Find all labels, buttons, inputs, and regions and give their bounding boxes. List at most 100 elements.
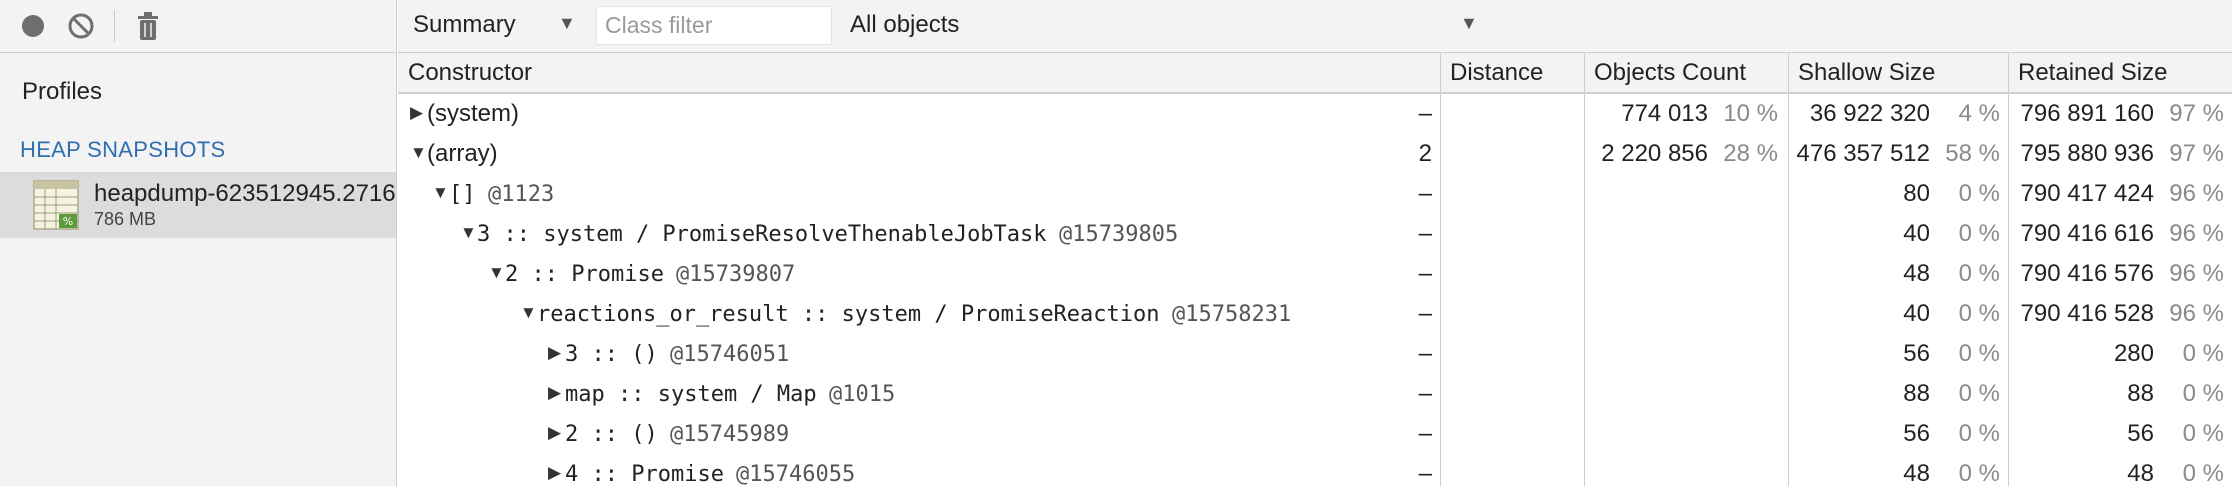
expand-triangle-right-icon[interactable]: ▶ bbox=[410, 103, 423, 123]
row-shallow-percent: 0 % bbox=[1958, 420, 2000, 447]
row-distance: – bbox=[1418, 100, 1432, 127]
expand-triangle-down-icon[interactable]: ▼ bbox=[488, 263, 505, 283]
column-retained-size[interactable]: Retained Size bbox=[2018, 59, 2167, 87]
row-shallow-size: 56 bbox=[1903, 420, 1930, 447]
column-divider bbox=[1440, 53, 1441, 486]
objects-filter-value: All objects bbox=[850, 11, 960, 38]
row-distance: – bbox=[1418, 180, 1432, 207]
table-row[interactable]: ▶ 2 :: () @15745989 – 56 0 % 56 0 % bbox=[398, 414, 2232, 454]
table-row[interactable]: ▼[] @1123 – 80 0 % 790 417 424 96 % bbox=[398, 174, 2232, 214]
expand-triangle-right-icon[interactable]: ▶ bbox=[548, 383, 561, 403]
profiles-label: Profiles bbox=[22, 78, 103, 105]
row-retained-size: 48 bbox=[2127, 460, 2154, 487]
row-constructor: (array) bbox=[427, 140, 498, 167]
row-distance: – bbox=[1418, 460, 1432, 487]
table-row[interactable]: ▼ (array) 2 2 220 856 28 % 476 357 512 58 % 795… bbox=[398, 134, 2232, 174]
column-constructor[interactable]: Constructor bbox=[408, 59, 532, 87]
column-shallow-size[interactable]: Shallow Size bbox=[1798, 59, 1935, 87]
row-objects-percent: 28 % bbox=[1723, 140, 1778, 167]
delete-button[interactable] bbox=[133, 11, 163, 41]
row-retained-percent: 0 % bbox=[2182, 460, 2224, 487]
row-shallow-size: 36 922 320 bbox=[1809, 100, 1930, 127]
trash-icon bbox=[138, 12, 158, 40]
row-shallow-size: 80 bbox=[1903, 180, 1930, 207]
row-object-id: @15758231 bbox=[1172, 302, 1292, 327]
row-retained-percent: 0 % bbox=[2182, 380, 2224, 407]
row-shallow-percent: 0 % bbox=[1958, 260, 2000, 287]
row-shallow-percent: 0 % bbox=[1958, 220, 2000, 247]
row-object-id: @15746051 bbox=[670, 342, 790, 367]
row-distance: – bbox=[1418, 380, 1432, 407]
clear-button[interactable] bbox=[66, 11, 96, 41]
expand-triangle-down-icon[interactable]: ▼ bbox=[410, 143, 427, 163]
row-retained-percent: 97 % bbox=[2169, 140, 2224, 167]
row-retained-size: 88 bbox=[2127, 380, 2154, 407]
row-retained-percent: 96 % bbox=[2169, 260, 2224, 287]
chevron-down-icon: ▼ bbox=[1460, 13, 1478, 33]
heap-snapshots-header: HEAP SNAPSHOTS bbox=[20, 137, 226, 162]
table-row[interactable]: ▶ map :: system / Map @1015 – 88 0 % 88 0 % bbox=[398, 374, 2232, 414]
expand-triangle-down-icon[interactable]: ▼ bbox=[520, 303, 537, 323]
column-divider bbox=[1584, 53, 1585, 486]
heap-snapshot-icon: % bbox=[33, 180, 79, 230]
row-object-id: @15739807 bbox=[676, 262, 796, 287]
row-constructor: 2 :: () bbox=[565, 422, 658, 447]
chevron-down-icon: ▼ bbox=[558, 13, 576, 33]
expand-triangle-right-icon[interactable]: ▶ bbox=[548, 343, 561, 363]
row-retained-size: 796 891 160 bbox=[2020, 100, 2154, 127]
row-shallow-size: 56 bbox=[1903, 340, 1930, 367]
row-retained-size: 795 880 936 bbox=[2020, 140, 2154, 167]
expand-triangle-right-icon[interactable]: ▶ bbox=[548, 423, 561, 443]
row-shallow-percent: 0 % bbox=[1958, 380, 2000, 407]
row-shallow-size: 48 bbox=[1903, 460, 1930, 487]
snapshot-size: 786 MB bbox=[94, 209, 157, 229]
column-objects-count[interactable]: Objects Count bbox=[1594, 59, 1746, 87]
row-constructor: reactions_or_result :: system / PromiseR… bbox=[537, 302, 1160, 327]
row-shallow-percent: 0 % bbox=[1958, 300, 2000, 327]
row-distance: – bbox=[1418, 420, 1432, 447]
row-objects-percent: 10 % bbox=[1723, 100, 1778, 127]
row-retained-size: 280 bbox=[2113, 340, 2154, 367]
row-retained-size: 790 417 424 bbox=[2020, 180, 2154, 207]
heap-snapshot-item[interactable]: % heapdump-623512945.2716 786 MB bbox=[0, 172, 396, 238]
objects-filter-select[interactable]: All objects ▼ bbox=[850, 11, 1478, 39]
row-retained-percent: 96 % bbox=[2169, 300, 2224, 327]
expand-triangle-down-icon[interactable]: ▼ bbox=[432, 183, 449, 203]
column-divider bbox=[2008, 53, 2009, 486]
table-row[interactable]: ▶ 4 :: Promise @15746055 – 48 0 % 48 0 % bbox=[398, 454, 2232, 494]
row-shallow-size: 40 bbox=[1903, 220, 1930, 247]
column-distance[interactable]: Distance bbox=[1450, 59, 1543, 87]
row-constructor: [] bbox=[449, 182, 476, 207]
row-shallow-size: 40 bbox=[1903, 300, 1930, 327]
table-header: Constructor Distance Objects Count Shall… bbox=[398, 53, 2232, 94]
row-distance: – bbox=[1418, 340, 1432, 367]
row-retained-size: 56 bbox=[2127, 420, 2154, 447]
heap-snapshot-view: Summary ▼ All objects ▼ Constructor Dist… bbox=[398, 0, 2232, 487]
record-icon bbox=[22, 15, 44, 37]
row-constructor: 3 :: system / PromiseResolveThenableJobT… bbox=[477, 222, 1047, 247]
expand-triangle-down-icon[interactable]: ▼ bbox=[460, 223, 477, 243]
row-shallow-percent: 58 % bbox=[1945, 140, 2000, 167]
table-row[interactable]: ▶ (system) – 774 013 10 % 36 922 320 4 % 796 89… bbox=[398, 94, 2232, 134]
table-row[interactable]: ▼ reactions_or_result :: system / Promise… bbox=[398, 294, 2232, 334]
table-row[interactable]: ▶ 3 :: () @15746051 – 56 0 % 280 0 % bbox=[398, 334, 2232, 374]
class-filter-input[interactable] bbox=[596, 6, 832, 45]
row-retained-percent: 0 % bbox=[2182, 420, 2224, 447]
row-object-id: @15745989 bbox=[670, 422, 790, 447]
row-shallow-size: 48 bbox=[1903, 260, 1930, 287]
table-row[interactable]: ▼ 3 :: system / PromiseResolveThenableJob… bbox=[398, 214, 2232, 254]
expand-triangle-right-icon[interactable]: ▶ bbox=[548, 463, 561, 483]
row-shallow-percent: 0 % bbox=[1958, 340, 2000, 367]
row-shallow-percent: 4 % bbox=[1958, 100, 2000, 127]
view-select[interactable]: Summary ▼ bbox=[413, 11, 576, 39]
table-row[interactable]: ▼ 2 :: Promise @15739807 – 48 0 % 790 416 576 9… bbox=[398, 254, 2232, 294]
clear-icon bbox=[68, 13, 94, 39]
row-retained-percent: 97 % bbox=[2169, 100, 2224, 127]
row-object-id: @15739805 bbox=[1059, 222, 1179, 247]
view-select-value: Summary bbox=[413, 11, 516, 38]
record-button[interactable] bbox=[18, 11, 48, 41]
row-retained-size: 790 416 616 bbox=[2020, 220, 2154, 247]
row-distance: – bbox=[1418, 300, 1432, 327]
snapshot-name: heapdump-623512945.2716 bbox=[94, 180, 396, 207]
column-divider bbox=[1788, 53, 1789, 486]
